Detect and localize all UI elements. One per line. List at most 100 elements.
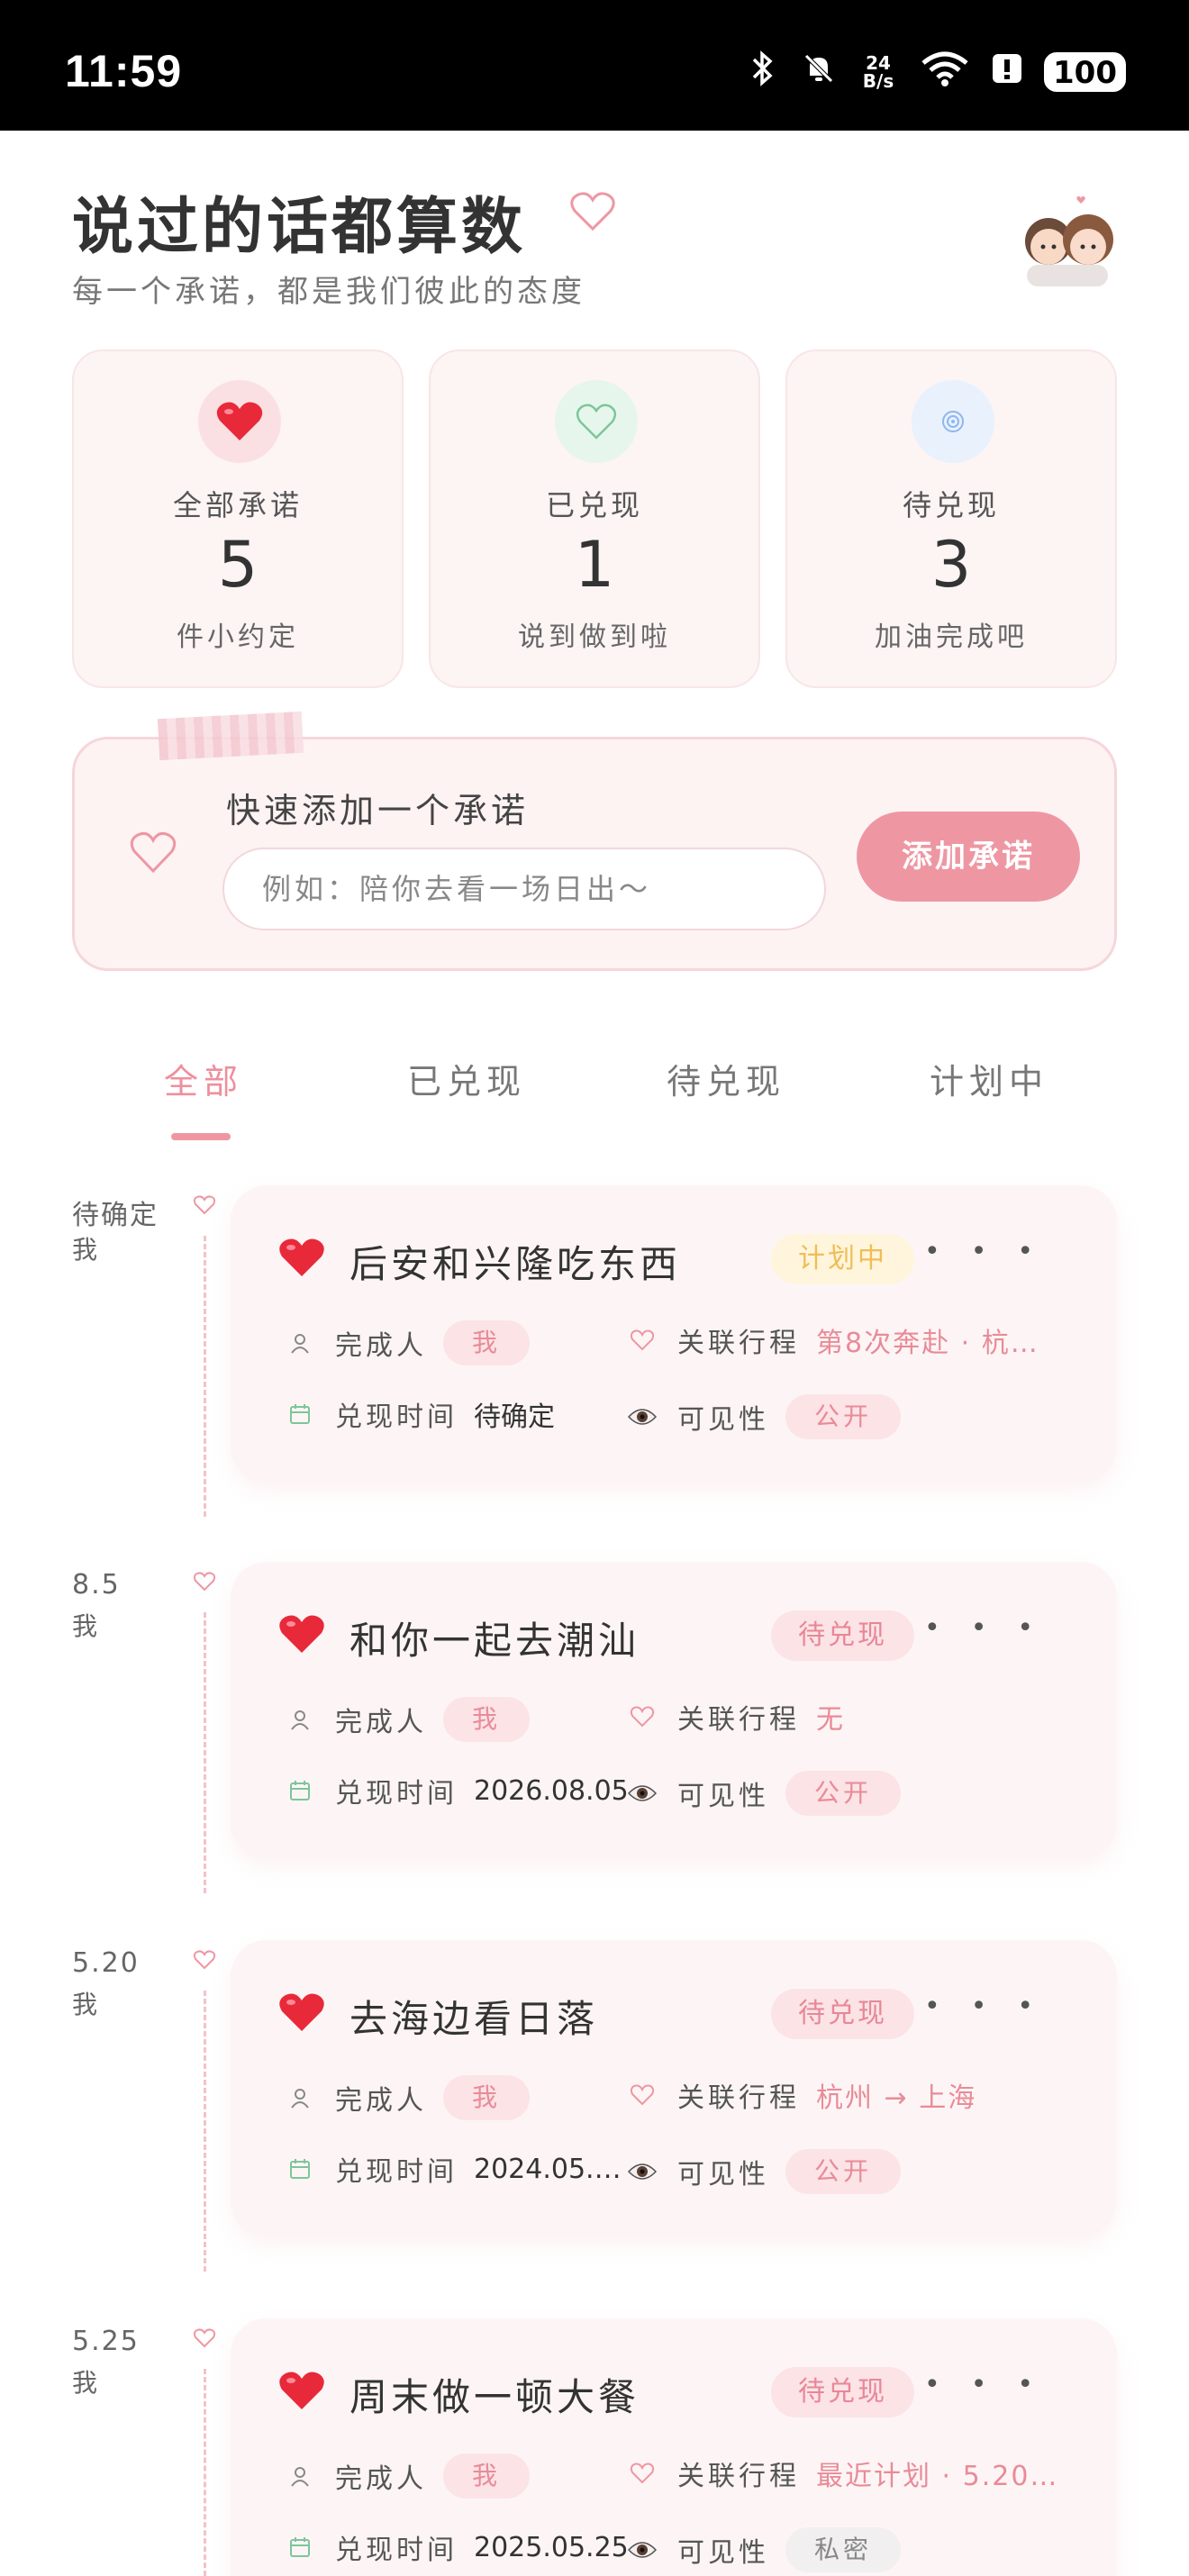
stat-value: 1 xyxy=(574,528,615,602)
green-heart-icon xyxy=(555,380,638,463)
owner-label: 完成人 xyxy=(335,2463,427,2495)
timeline-line xyxy=(204,1991,206,2272)
promise-title: 后安和兴隆吃东西 xyxy=(349,1242,682,1286)
status-bar: 11:59 24 B/s 100 xyxy=(0,0,1189,131)
owner-row: 完成人 我 xyxy=(285,2075,531,2120)
more-options-button[interactable]: ••• xyxy=(924,1236,1064,1267)
visibility-label: 可见性 xyxy=(677,2159,769,2191)
timeline-heart-icon xyxy=(193,2327,216,2353)
fulfill-time: 待确定 xyxy=(474,1401,555,1433)
promise-input[interactable] xyxy=(222,848,826,930)
timeline-owner: 我 xyxy=(72,1235,98,1265)
fulfill-time: 2024.05.… xyxy=(474,2153,622,2185)
stat-label: 待兑现 xyxy=(902,488,1000,522)
owner-chip: 我 xyxy=(443,1320,531,1365)
page-title: 说过的话都算数 xyxy=(72,191,527,263)
more-options-button[interactable]: ••• xyxy=(924,1991,1064,2022)
more-options-button[interactable]: ••• xyxy=(924,1612,1064,1644)
trip-row: 关联行程 无 xyxy=(627,1697,845,1737)
tab-active-indicator xyxy=(171,1133,231,1140)
washi-tape-decoration xyxy=(157,711,304,761)
stat-card-pending[interactable]: 待兑现 3 加油完成吧 xyxy=(785,349,1117,688)
promise-title: 和你一起去潮汕 xyxy=(349,1619,640,1663)
outline-heart-icon xyxy=(627,1705,658,1728)
eye-icon xyxy=(627,1406,658,1428)
timeline-owner: 我 xyxy=(72,2368,98,2398)
stat-card-done[interactable]: 已兑现 1 说到做到啦 xyxy=(429,349,760,688)
visibility-row: 可见性 公开 xyxy=(627,2149,902,2194)
net-speed-value: 24 xyxy=(866,51,891,74)
stat-note: 加油完成吧 xyxy=(875,621,1028,653)
bell-off-icon xyxy=(801,50,837,93)
visibility-chip[interactable]: 公开 xyxy=(785,1394,902,1439)
stat-value: 5 xyxy=(217,528,259,602)
status-icons: 24 B/s 100 xyxy=(747,50,1126,93)
status-badge: 待兑现 xyxy=(771,1989,914,2039)
stat-note: 说到做到啦 xyxy=(518,621,671,653)
visibility-chip[interactable]: 公开 xyxy=(785,1771,902,1816)
outline-heart-icon xyxy=(627,2462,658,2485)
eye-icon xyxy=(627,1782,658,1804)
fulfill-time: 2025.05.25 xyxy=(474,2531,629,2563)
timeline-heart-icon xyxy=(193,1194,216,1220)
visibility-row: 可见性 私密 xyxy=(627,2527,902,2572)
tab-fulfilled[interactable]: 已兑现 xyxy=(407,1054,526,1103)
trip-row: 关联行程 第8次奔赴 · 杭… xyxy=(627,1320,1039,1360)
person-icon xyxy=(285,2464,315,2488)
owner-label: 完成人 xyxy=(335,1707,427,1738)
time-row: 兑现时间 待确定 xyxy=(285,1394,555,1434)
calendar-icon xyxy=(285,1779,315,1802)
owner-label: 完成人 xyxy=(335,2085,427,2117)
timeline-line xyxy=(204,2369,206,2576)
person-icon xyxy=(285,1708,315,1731)
stat-card-total[interactable]: 全部承诺 5 件小约定 xyxy=(72,349,404,688)
bluetooth-icon xyxy=(747,50,779,93)
trip-label: 关联行程 xyxy=(677,2082,800,2114)
trip-label: 关联行程 xyxy=(677,1328,800,1359)
add-promise-button[interactable]: 添加承诺 xyxy=(857,812,1080,902)
visibility-chip[interactable]: 私密 xyxy=(785,2527,902,2572)
timeline-owner: 我 xyxy=(72,1990,98,2019)
net-speed: 24 B/s xyxy=(858,54,898,90)
tab-pending[interactable]: 待兑现 xyxy=(667,1054,785,1103)
quick-add-panel: 快速添加一个承诺 添加承诺 xyxy=(72,737,1117,971)
trip-link[interactable]: 第8次奔赴 · 杭… xyxy=(816,1320,1039,1360)
promise-card[interactable]: 去海边看日落 待兑现 ••• 完成人 我 关联行程 杭州 → 上海 兑现时间 2… xyxy=(231,1940,1117,2237)
time-row: 兑现时间 2024.05.… xyxy=(285,2149,622,2189)
eye-icon xyxy=(627,2539,658,2561)
promise-title: 去海边看日落 xyxy=(349,1997,599,2041)
outline-heart-icon xyxy=(129,830,177,878)
owner-chip: 我 xyxy=(443,2454,531,2499)
outline-heart-icon xyxy=(569,189,616,236)
tab-all[interactable]: 全部 xyxy=(164,1054,243,1103)
red-heart-icon xyxy=(277,1991,326,2037)
person-icon xyxy=(285,2086,315,2109)
couple-avatar[interactable] xyxy=(1016,195,1119,288)
visibility-label: 可见性 xyxy=(677,1404,769,1436)
owner-chip: 我 xyxy=(443,2075,531,2120)
promise-card[interactable]: 和你一起去潮汕 待兑现 ••• 完成人 我 关联行程 无 兑现时间 2026.0… xyxy=(231,1562,1117,1859)
trip-link[interactable]: 最近计划 · 5.20… xyxy=(816,2454,1058,2493)
trip-label: 关联行程 xyxy=(677,1704,800,1736)
tab-planning[interactable]: 计划中 xyxy=(930,1054,1048,1103)
blue-target-icon xyxy=(912,380,994,463)
outline-heart-icon xyxy=(627,2083,658,2107)
promise-card[interactable]: 后安和兴隆吃东西 计划中 ••• 完成人 我 关联行程 第8次奔赴 · 杭… 兑… xyxy=(231,1185,1117,1483)
calendar-icon xyxy=(285,2535,315,2559)
time-label: 兑现时间 xyxy=(335,2156,458,2188)
visibility-row: 可见性 公开 xyxy=(627,1771,902,1816)
more-options-button[interactable]: ••• xyxy=(924,2369,1064,2400)
person-icon xyxy=(285,1331,315,1355)
battery-indicator: 100 xyxy=(1044,51,1126,92)
status-time: 11:59 xyxy=(65,46,183,96)
page-subtitle: 每一个承诺，都是我们彼此的态度 xyxy=(72,274,585,310)
wifi-icon xyxy=(920,50,970,93)
trip-link[interactable]: 无 xyxy=(816,1697,845,1737)
visibility-chip[interactable]: 公开 xyxy=(785,2149,902,2194)
visibility-row: 可见性 公开 xyxy=(627,1394,902,1439)
trip-link[interactable]: 杭州 → 上海 xyxy=(816,2075,976,2115)
timeline-date: 5.25 xyxy=(72,2326,140,2357)
red-heart-icon xyxy=(277,1236,326,1283)
promise-card[interactable]: 周末做一顿大餐 待兑现 ••• 完成人 我 关联行程 最近计划 · 5.20… … xyxy=(231,2318,1117,2576)
promise-title: 周末做一顿大餐 xyxy=(349,2375,640,2419)
